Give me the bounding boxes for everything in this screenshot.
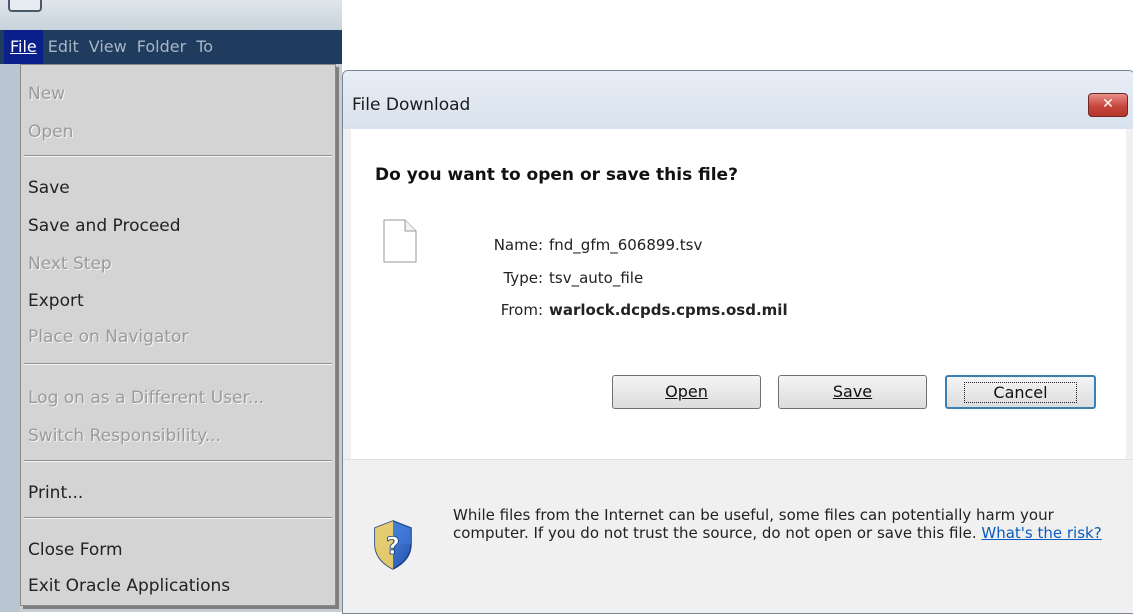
file-icon	[383, 219, 417, 263]
file-type-row: Type: tsv_auto_file	[443, 269, 643, 287]
svg-text:?: ?	[386, 532, 400, 560]
open-button-label: Open	[665, 382, 708, 401]
menu-folder[interactable]: Folder	[132, 30, 191, 64]
save-button[interactable]: Save	[778, 375, 927, 409]
dialog-titlebar[interactable]: File Download ✕	[343, 71, 1133, 129]
menu-view[interactable]: View	[84, 30, 132, 64]
name-label: Name:	[493, 236, 543, 254]
menu-item-export[interactable]: Export	[28, 286, 84, 316]
file-from-row: From: warlock.dcpds.cpms.osd.mil	[443, 301, 788, 319]
menu-tools[interactable]: To	[191, 30, 218, 64]
menu-separator	[24, 517, 332, 519]
save-button-label: Save	[832, 382, 873, 401]
menu-item-close-form[interactable]: Close Form	[28, 535, 123, 565]
security-warning-text: While files from the Internet can be use…	[453, 506, 1103, 542]
warning-message: While files from the Internet can be use…	[453, 506, 1054, 542]
menu-item-log-on-different-user[interactable]: Log on as a Different User...	[28, 383, 264, 413]
dialog-question: Do you want to open or save this file?	[375, 165, 738, 185]
menu-item-print[interactable]: Print...	[28, 478, 83, 508]
file-download-dialog: File Download ✕ Do you want to open or s…	[342, 70, 1133, 614]
whats-the-risk-link[interactable]: What's the risk?	[981, 524, 1101, 542]
file-name-value: fnd_gfm_606899.tsv	[549, 236, 703, 254]
open-button[interactable]: Open	[612, 375, 761, 409]
type-label: Type:	[503, 269, 543, 287]
shield-question-icon: ?	[374, 520, 412, 570]
dialog-footer: ? While files from the Internet can be u…	[343, 459, 1133, 613]
app-icon	[8, 0, 42, 12]
cancel-button-label: Cancel	[964, 382, 1077, 403]
menu-separator	[24, 363, 332, 365]
oracle-forms-window: File Edit View Folder To New Open Save S…	[0, 0, 342, 612]
menu-item-next-step[interactable]: Next Step	[28, 249, 112, 279]
close-button[interactable]: ✕	[1088, 93, 1128, 117]
file-type-value: tsv_auto_file	[549, 269, 644, 287]
file-menu-dropdown: New Open Save Save and Proceed Next Step…	[20, 64, 336, 606]
file-name-row: Name: fnd_gfm_606899.tsv	[443, 236, 703, 254]
menu-item-exit-oracle-applications[interactable]: Exit Oracle Applications	[28, 571, 230, 601]
menu-item-open[interactable]: Open	[28, 117, 73, 147]
menu-item-switch-responsibility[interactable]: Switch Responsibility...	[28, 421, 221, 451]
menu-separator	[24, 460, 332, 462]
menu-item-save[interactable]: Save	[28, 173, 70, 203]
from-label: From:	[500, 301, 543, 319]
oracle-titlebar	[0, 0, 342, 30]
menu-item-place-on-navigator[interactable]: Place on Navigator	[28, 322, 188, 352]
form-background	[0, 64, 20, 612]
menu-folder-label: Folder	[136, 37, 187, 56]
menu-separator	[24, 155, 332, 157]
dialog-content: Do you want to open or save this file? N…	[351, 129, 1126, 459]
close-icon: ✕	[1102, 96, 1114, 112]
menu-edit[interactable]: Edit	[43, 30, 84, 64]
menu-file-label: File	[10, 37, 37, 56]
file-from-value: warlock.dcpds.cpms.osd.mil	[549, 301, 788, 319]
menu-edit-label: Edit	[47, 37, 79, 56]
menu-item-new[interactable]: New	[28, 79, 65, 109]
dialog-title: File Download	[352, 95, 471, 115]
menu-item-save-and-proceed[interactable]: Save and Proceed	[28, 211, 181, 241]
cancel-button[interactable]: Cancel	[945, 375, 1096, 409]
menu-bar: File Edit View Folder To	[0, 30, 342, 64]
menu-view-label: View	[88, 37, 127, 56]
menu-tools-label: To	[196, 37, 214, 56]
menu-file[interactable]: File	[4, 30, 43, 64]
